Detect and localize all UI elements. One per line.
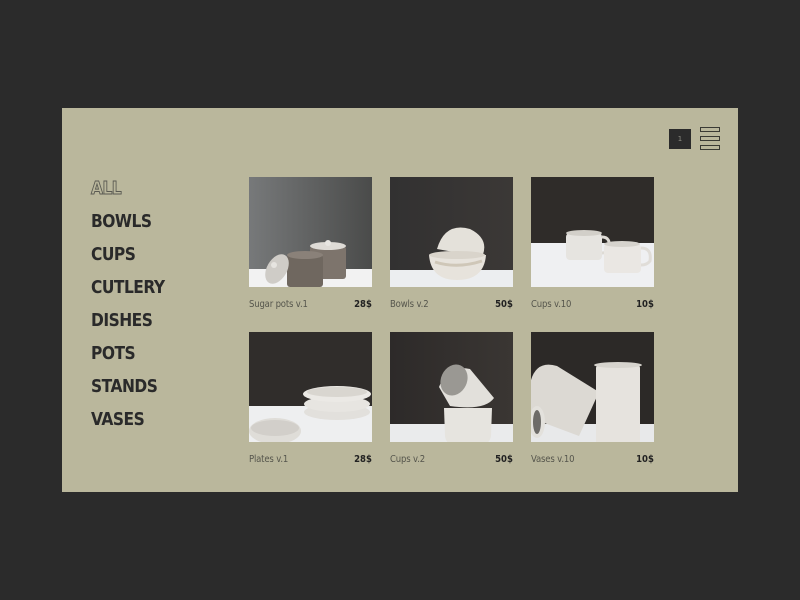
product-price: 10$ <box>636 298 654 310</box>
product-price: 28$ <box>354 453 372 465</box>
product-name: Bowls v.2 <box>390 298 429 310</box>
product-name: Sugar pots v.1 <box>249 298 308 310</box>
stacked-cups-photo <box>390 332 513 442</box>
menu-bar <box>700 127 720 132</box>
product-name: Cups v.2 <box>390 453 425 465</box>
bowls-photo <box>390 177 513 287</box>
product-price: 28$ <box>354 298 372 310</box>
product-card[interactable]: Cups v.2 50$ <box>390 332 513 476</box>
plates-photo <box>249 332 372 442</box>
product-grid: Sugar pots v.1 28$ Bowls v.2 50$ Cups v.… <box>249 177 654 476</box>
menu-bar <box>700 145 720 150</box>
sugar-pots-photo <box>249 177 372 287</box>
cups-photo <box>531 177 654 287</box>
product-card[interactable]: Cups v.10 10$ <box>531 177 654 321</box>
catalog-panel: 1 ALL BOWLS CUPS CUTLERY DISHES POTS STA… <box>62 108 738 492</box>
category-all[interactable]: ALL <box>91 172 165 205</box>
category-pots[interactable]: POTS <box>91 337 165 370</box>
product-price: 10$ <box>636 453 654 465</box>
menu-bar <box>700 136 720 141</box>
product-card[interactable]: Sugar pots v.1 28$ <box>249 177 372 321</box>
vases-photo <box>531 332 654 442</box>
category-cutlery[interactable]: CUTLERY <box>91 271 165 304</box>
product-name: Vases v.10 <box>531 453 575 465</box>
category-stands[interactable]: STANDS <box>91 370 165 403</box>
category-dishes[interactable]: DISHES <box>91 304 165 337</box>
product-price: 50$ <box>495 453 513 465</box>
category-nav: ALL BOWLS CUPS CUTLERY DISHES POTS STAND… <box>91 172 177 436</box>
product-name: Cups v.10 <box>531 298 572 310</box>
category-vases[interactable]: VASES <box>91 403 165 436</box>
category-bowls[interactable]: BOWLS <box>91 205 165 238</box>
product-price: 50$ <box>495 298 513 310</box>
view-controls: 1 <box>669 127 720 150</box>
product-name: Plates v.1 <box>249 453 289 465</box>
product-card[interactable]: Vases v.10 10$ <box>531 332 654 476</box>
category-cups[interactable]: CUPS <box>91 238 165 271</box>
product-card[interactable]: Bowls v.2 50$ <box>390 177 513 321</box>
product-card[interactable]: Plates v.1 28$ <box>249 332 372 476</box>
hamburger-menu-icon[interactable] <box>700 127 720 150</box>
page-indicator-button[interactable]: 1 <box>669 128 691 149</box>
